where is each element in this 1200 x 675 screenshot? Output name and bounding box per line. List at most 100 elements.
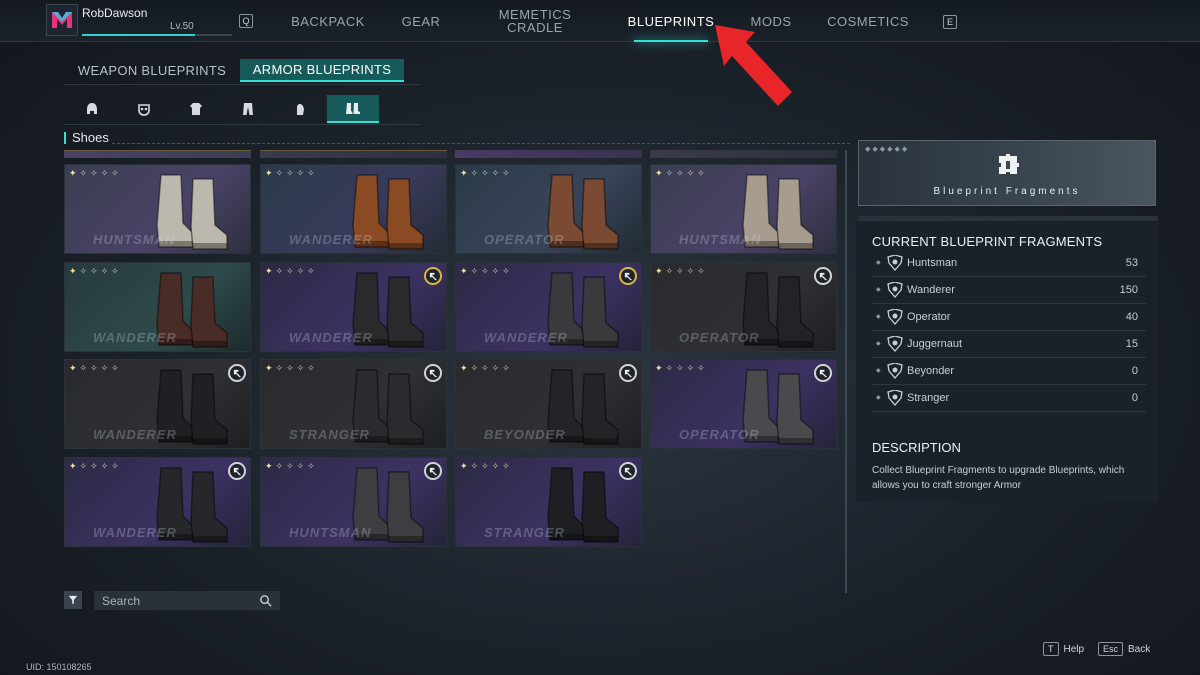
blueprint-fragments-banner: ◆◆◆◆◆◆ Blueprint Fragments [858, 140, 1156, 206]
tab-memetics-cradle[interactable]: MEMETICS CRADLE [485, 0, 585, 42]
next-tab-key-hint[interactable]: E [943, 15, 957, 29]
fragment-count: 53 [1125, 257, 1138, 269]
scrolled-card-peek [455, 150, 642, 158]
craftable-badge-icon [424, 364, 442, 382]
prev-tab-key-hint[interactable]: Q [239, 14, 253, 28]
category-divider [64, 124, 420, 125]
blueprint-card[interactable]: ✦✧✧✧✧ STRANGER [455, 457, 642, 547]
bullet-icon: ◆ [876, 341, 881, 347]
fragment-count: 150 [1119, 284, 1138, 296]
rarity-stars: ✦✧✧✧✧ [265, 461, 318, 471]
craftable-badge-icon [228, 364, 246, 382]
fragment-row: ◆ Wanderer 150 [872, 277, 1146, 304]
help-label: Help [1063, 643, 1085, 655]
fragment-name: Beyonder [907, 365, 955, 377]
craftable-badge-icon [619, 462, 637, 480]
category-top[interactable] [170, 95, 222, 123]
panel-meta-strip [858, 216, 1158, 221]
blueprint-card[interactable]: ✦✧✧✧✧ WANDERER [260, 164, 447, 254]
search-box[interactable] [94, 591, 280, 610]
scrolled-card-peek [260, 150, 447, 158]
category-mask[interactable] [118, 95, 170, 123]
back-key: Esc [1098, 642, 1124, 656]
rarity-stars: ✦✧✧✧✧ [265, 266, 318, 276]
rarity-stars: ✦✧✧✧✧ [69, 168, 122, 178]
blueprint-card[interactable]: ✦✧✧✧✧ WANDERER [455, 262, 642, 352]
blueprint-card[interactable]: ✦✧✧✧✧ WANDERER [64, 457, 251, 547]
category-helmet[interactable] [66, 95, 118, 123]
scrolled-card-peek [64, 150, 251, 158]
section-title: Shoes [64, 131, 109, 144]
card-brand-label: STRANGER [289, 427, 370, 442]
top-navigation-bar: RobDawson Lv.50 Q BACKPACK GEAR MEMETICS… [0, 0, 1200, 42]
category-gloves[interactable] [274, 95, 326, 123]
banner-title: Blueprint Fragments [933, 186, 1081, 197]
card-brand-label: WANDERER [484, 330, 568, 345]
blueprint-card[interactable]: ✦✧✧✧✧ OPERATOR [650, 359, 837, 449]
player-level: Lv.50 [170, 21, 194, 32]
faction-emblem-icon [887, 255, 903, 271]
craftable-badge-icon [424, 267, 442, 285]
pants-icon [243, 103, 253, 115]
blueprint-card[interactable]: ✦✧✧✧✧ BEYONDER [455, 359, 642, 449]
faction-emblem-icon [887, 363, 903, 379]
filter-icon [68, 595, 78, 605]
fragment-count: 15 [1125, 338, 1138, 350]
section-divider [112, 143, 850, 144]
blueprint-card[interactable]: ✦✧✧✧✧ STRANGER [260, 359, 447, 449]
bullet-icon: ◆ [876, 287, 881, 293]
filter-button[interactable] [64, 591, 82, 609]
tab-weapon-blueprints[interactable]: WEAPON BLUEPRINTS [70, 59, 234, 82]
faction-emblem-icon [887, 390, 903, 406]
card-brand-label: WANDERER [289, 330, 373, 345]
craftable-badge-icon [424, 462, 442, 480]
fragment-name: Wanderer [907, 284, 955, 296]
craftable-badge-icon [619, 267, 637, 285]
blueprint-card[interactable]: ✦✧✧✧✧ WANDERER [260, 262, 447, 352]
player-name: RobDawson [82, 6, 148, 20]
user-id: UID: 150108265 [26, 662, 92, 672]
category-shoes[interactable] [327, 95, 379, 123]
tab-backpack[interactable]: BACKPACK [282, 0, 374, 42]
blueprint-card[interactable]: ✦✧✧✧✧ HUNTSMAN [64, 164, 251, 254]
tab-armor-blueprints[interactable]: ARMOR BLUEPRINTS [240, 59, 404, 82]
grid-scrollbar[interactable] [845, 150, 847, 593]
blueprint-card[interactable]: ✦✧✧✧✧ OPERATOR [650, 262, 837, 352]
shoes-icon [346, 103, 360, 114]
bullet-icon: ◆ [876, 395, 881, 401]
blueprint-card[interactable]: ✦✧✧✧✧ HUNTSMAN [260, 457, 447, 547]
description-text: Collect Blueprint Fragments to upgrade B… [872, 465, 1125, 491]
player-profile[interactable]: RobDawson Lv.50 [46, 4, 236, 38]
search-input[interactable] [94, 593, 254, 608]
bullet-icon: ◆ [876, 314, 881, 320]
fragment-name: Huntsman [907, 257, 958, 269]
puzzle-piece-icon [999, 154, 1019, 174]
scrolled-card-peek [650, 150, 837, 158]
faction-emblem-icon [887, 282, 903, 298]
card-brand-label: WANDERER [93, 427, 177, 442]
card-brand-label: WANDERER [93, 525, 177, 540]
card-brand-label: HUNTSMAN [289, 525, 372, 540]
blueprint-card[interactable]: ✦✧✧✧✧ WANDERER [64, 359, 251, 449]
rarity-stars: ✦✧✧✧✧ [655, 363, 708, 373]
rarity-stars: ✦✧✧✧✧ [265, 363, 318, 373]
blueprint-card[interactable]: ✦✧✧✧✧ OPERATOR [455, 164, 642, 254]
search-icon[interactable] [259, 594, 272, 607]
fragment-row: ◆ Operator 40 [872, 304, 1146, 331]
game-logo-icon [46, 4, 78, 36]
tab-cosmetics[interactable]: COSMETICS [820, 0, 916, 42]
tab-memetics-cradle-label: MEMETICS CRADLE [498, 7, 572, 35]
rarity-stars: ✦✧✧✧✧ [460, 461, 513, 471]
card-brand-label: STRANGER [484, 525, 565, 540]
help-hint[interactable]: T Help [1043, 642, 1084, 656]
back-hint[interactable]: Esc Back [1098, 642, 1150, 656]
tab-gear[interactable]: GEAR [390, 0, 452, 42]
category-pants[interactable] [222, 95, 274, 123]
help-key: T [1043, 642, 1059, 656]
blueprint-card[interactable]: ✦✧✧✧✧ HUNTSMAN [650, 164, 837, 254]
back-label: Back [1128, 643, 1151, 655]
description-heading: DESCRIPTION [872, 440, 961, 455]
blueprint-card[interactable]: ✦✧✧✧✧ WANDERER [64, 262, 251, 352]
card-brand-label: OPERATOR [484, 232, 565, 247]
fragment-name: Juggernaut [907, 338, 963, 350]
